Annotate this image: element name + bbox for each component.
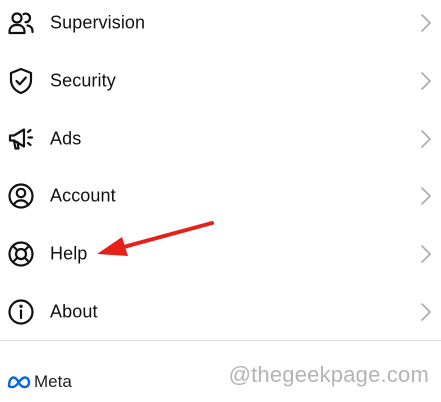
menu-item-label: Help [50, 243, 88, 264]
meta-logo-icon [6, 375, 32, 389]
menu-item-supervision[interactable]: Supervision [0, 3, 441, 43]
menu-item-security[interactable]: Security [0, 61, 441, 101]
menu-item-label: Ads [50, 128, 82, 149]
megaphone-icon [6, 124, 36, 154]
chevron-right-icon [419, 301, 433, 323]
chevron-right-icon [419, 243, 433, 265]
menu-item-account[interactable]: Account [0, 176, 441, 216]
lifebuoy-icon [6, 239, 36, 269]
menu-item-label: Security [50, 70, 116, 91]
chevron-right-icon [419, 185, 433, 207]
settings-screen: Supervision Security Ads Account Help Ab… [0, 0, 441, 402]
info-icon [6, 297, 36, 327]
menu-item-label: Supervision [50, 12, 146, 33]
menu-item-label: Account [50, 185, 116, 206]
menu-item-about[interactable]: About [0, 292, 441, 332]
menu-item-ads[interactable]: Ads [0, 119, 441, 159]
supervision-icon [6, 8, 36, 38]
menu-item-label: About [50, 301, 98, 322]
menu-item-help[interactable]: Help [0, 234, 441, 274]
watermark-text: @thegeekpage.com [228, 362, 429, 387]
chevron-right-icon [419, 12, 433, 34]
footer-divider [0, 340, 441, 341]
meta-wordmark: Meta [34, 372, 72, 391]
shield-icon [6, 66, 36, 96]
chevron-right-icon [419, 128, 433, 150]
meta-footer: Meta [6, 370, 72, 394]
account-icon [6, 181, 36, 211]
chevron-right-icon [419, 70, 433, 92]
